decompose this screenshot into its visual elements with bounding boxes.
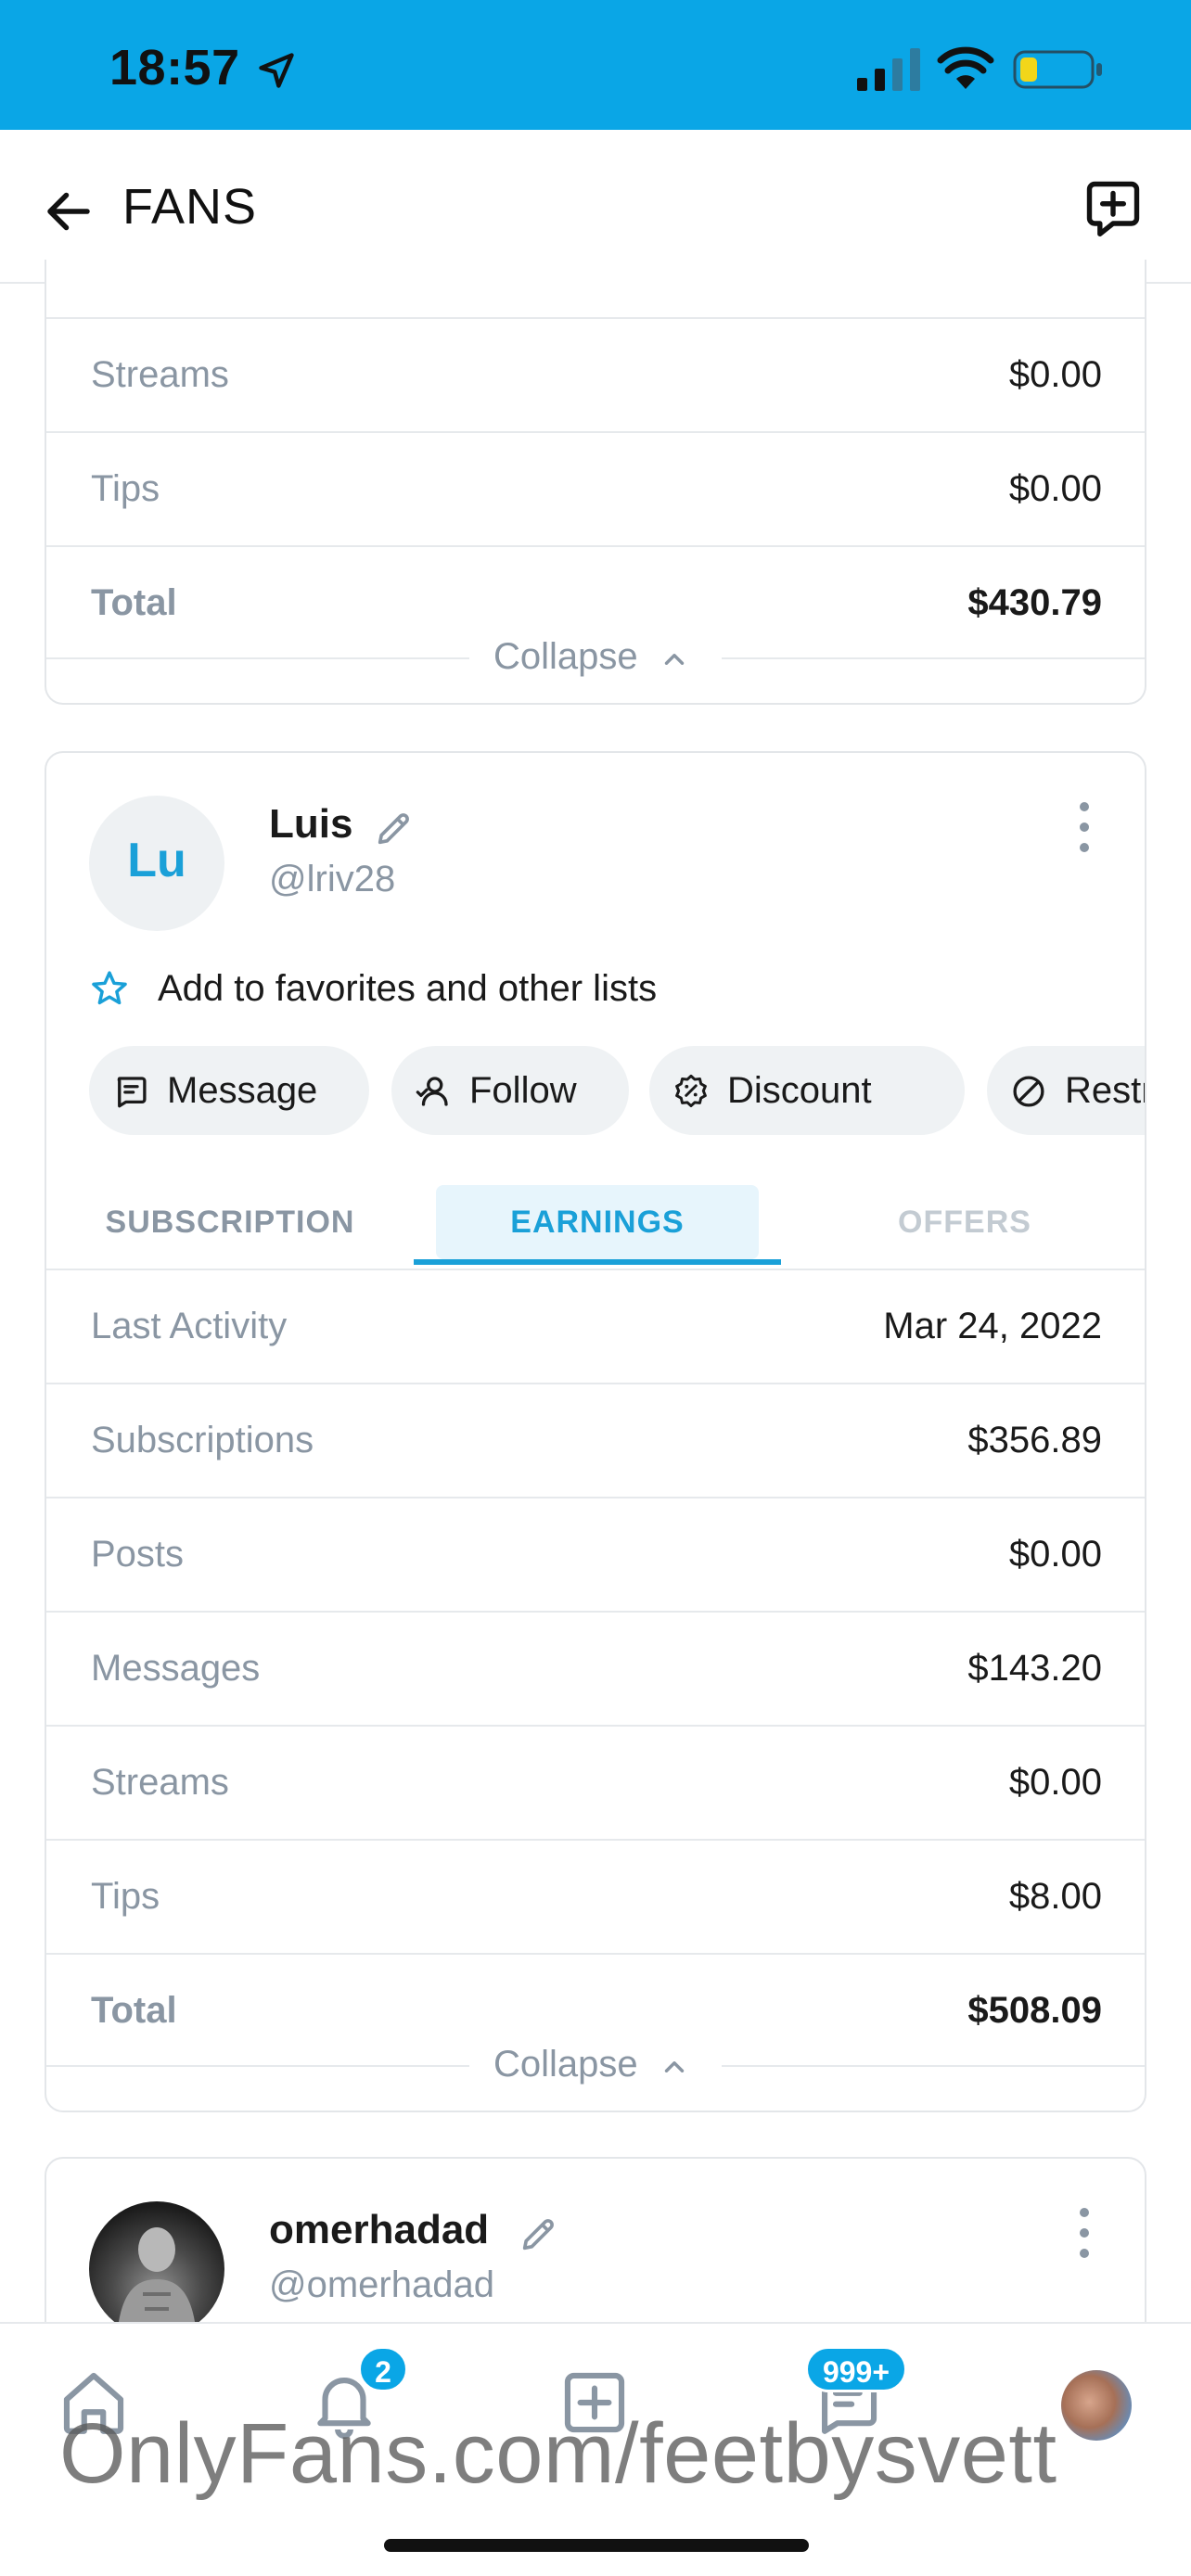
- row-value: $356.89: [967, 1420, 1102, 1460]
- page-title: FANS: [122, 179, 258, 235]
- fan-detail-tabs: SUBSCRIPTION EARNINGS OFFERS: [46, 1180, 1145, 1265]
- restrict-label: Restrict: [1065, 1070, 1145, 1111]
- row-value: $0.00: [1008, 1534, 1102, 1575]
- row-value: $0.00: [1008, 354, 1102, 395]
- discount-badge-icon: [675, 1074, 707, 1108]
- divider: [722, 657, 1145, 659]
- pencil-icon[interactable]: [373, 807, 416, 849]
- profile-avatar[interactable]: [1061, 2370, 1132, 2441]
- message-label: Message: [167, 1070, 318, 1111]
- new-message-icon[interactable]: [1082, 176, 1145, 239]
- follow-label: Follow: [469, 1070, 577, 1111]
- avatar-initials: Lu: [127, 834, 186, 887]
- row-label: Tips: [91, 1876, 160, 1917]
- earnings-row-last-activity: Last Activity Mar 24, 2022: [46, 1269, 1145, 1383]
- location-arrow-icon: [259, 53, 294, 88]
- fan-handle[interactable]: @omerhadad: [269, 2264, 494, 2306]
- tab-subscription[interactable]: SUBSCRIPTION: [46, 1185, 414, 1259]
- message-button[interactable]: Message: [89, 1046, 369, 1135]
- status-time: 18:57: [109, 40, 240, 96]
- divider: [722, 2065, 1145, 2067]
- tab-earnings[interactable]: EARNINGS: [436, 1185, 759, 1259]
- row-value: $508.09: [967, 1990, 1102, 2031]
- fan-card-previous: Streams $0.00 Tips $0.00 Total $430.79 C…: [45, 260, 1146, 705]
- discount-button[interactable]: Discount: [649, 1046, 965, 1135]
- add-to-lists-label: Add to favorites and other lists: [158, 968, 658, 1009]
- back-arrow-icon[interactable]: [41, 184, 96, 239]
- collapse-toggle[interactable]: Collapse: [46, 2038, 1145, 2094]
- more-options-icon[interactable]: [1074, 2205, 1095, 2261]
- row-label: Messages: [91, 1648, 261, 1689]
- follow-user-icon: [416, 1077, 448, 1106]
- tab-offers[interactable]: OFFERS: [781, 1185, 1145, 1259]
- fan-handle[interactable]: @lriv28: [269, 859, 395, 900]
- restrict-button[interactable]: Restrict: [987, 1046, 1145, 1135]
- row-label: Streams: [91, 354, 229, 395]
- earnings-row-posts: Posts $0.00: [46, 1497, 1145, 1611]
- collapse-toggle[interactable]: Collapse: [46, 631, 1145, 686]
- cellular-signal-icon: [857, 48, 920, 91]
- divider: [46, 657, 469, 659]
- fan-card-luis: Lu Luis @lriv28 Add to favorites and oth…: [45, 751, 1146, 2112]
- collapse-label: Collapse: [493, 2044, 638, 2085]
- row-value: $0.00: [1008, 468, 1102, 509]
- divider: [46, 2065, 469, 2067]
- row-value: $430.79: [967, 582, 1102, 623]
- row-value: $143.20: [967, 1648, 1102, 1689]
- row-value: Mar 24, 2022: [883, 1306, 1102, 1346]
- home-indicator: [384, 2539, 809, 2552]
- wifi-icon: [937, 46, 994, 89]
- notifications-badge: 2: [358, 2346, 408, 2392]
- pencil-icon[interactable]: [518, 2213, 560, 2255]
- row-label: Total: [91, 582, 177, 623]
- discount-label: Discount: [727, 1070, 872, 1111]
- row-label: Tips: [91, 468, 160, 509]
- collapse-label: Collapse: [493, 636, 638, 677]
- watermark-text: OnlyFans.com/feetbysvett: [59, 2406, 1057, 2501]
- fan-name: Luis: [269, 801, 353, 847]
- status-bar: 18:57: [0, 0, 1191, 130]
- restrict-icon: [1013, 1076, 1044, 1107]
- row-label: Posts: [91, 1534, 185, 1575]
- earnings-row-tips: Tips $0.00: [46, 431, 1145, 545]
- earnings-row-streams: Streams $0.00: [46, 317, 1145, 431]
- row-label: Total: [91, 1990, 177, 2031]
- earnings-row-messages: Messages $143.20: [46, 1611, 1145, 1725]
- avatar-photo: [117, 2227, 197, 2337]
- follow-button[interactable]: Follow: [391, 1046, 629, 1135]
- row-label: Last Activity: [91, 1306, 288, 1346]
- message-icon: [117, 1077, 147, 1108]
- row-value: $8.00: [1008, 1876, 1102, 1917]
- avatar[interactable]: [89, 2201, 224, 2337]
- chevron-up-icon: [664, 654, 685, 665]
- row-value: $0.00: [1008, 1762, 1102, 1803]
- avatar[interactable]: Lu: [89, 796, 224, 931]
- messages-badge: 999+: [805, 2346, 907, 2392]
- fan-name: omerhadad: [269, 2207, 490, 2252]
- star-icon: [92, 971, 127, 1005]
- earnings-row-tips: Tips $8.00: [46, 1839, 1145, 1953]
- earnings-row-streams: Streams $0.00: [46, 1725, 1145, 1839]
- battery-icon: [1013, 50, 1102, 89]
- row-label: Streams: [91, 1762, 229, 1803]
- chevron-up-icon: [664, 2061, 685, 2072]
- active-tab-indicator: [414, 1259, 781, 1265]
- earnings-row-subscriptions: Subscriptions $356.89: [46, 1383, 1145, 1497]
- more-options-icon[interactable]: [1074, 799, 1095, 855]
- row-label: Subscriptions: [91, 1420, 314, 1460]
